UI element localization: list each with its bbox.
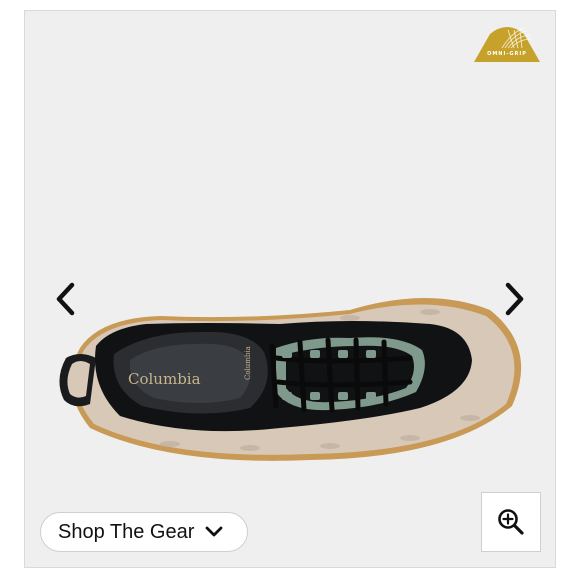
zoom-in-icon [498,509,524,535]
shop-the-gear-button[interactable]: Shop The Gear [40,512,248,552]
shoe-illustration: Columbia Columbia [59,298,522,461]
zoom-button[interactable] [481,492,541,552]
product-shoe-image: Columbia Columbia [50,288,530,468]
brand-logo-text: Columbia [128,370,201,388]
shop-the-gear-label: Shop The Gear [58,520,195,543]
omni-grip-badge: OMNI-GRIP [472,22,542,64]
badge-label: OMNI-GRIP [487,51,527,57]
omni-grip-badge-graphic [474,27,540,62]
chevron-down-icon [205,526,223,537]
tongue-logo-text: Columbia [244,346,252,380]
